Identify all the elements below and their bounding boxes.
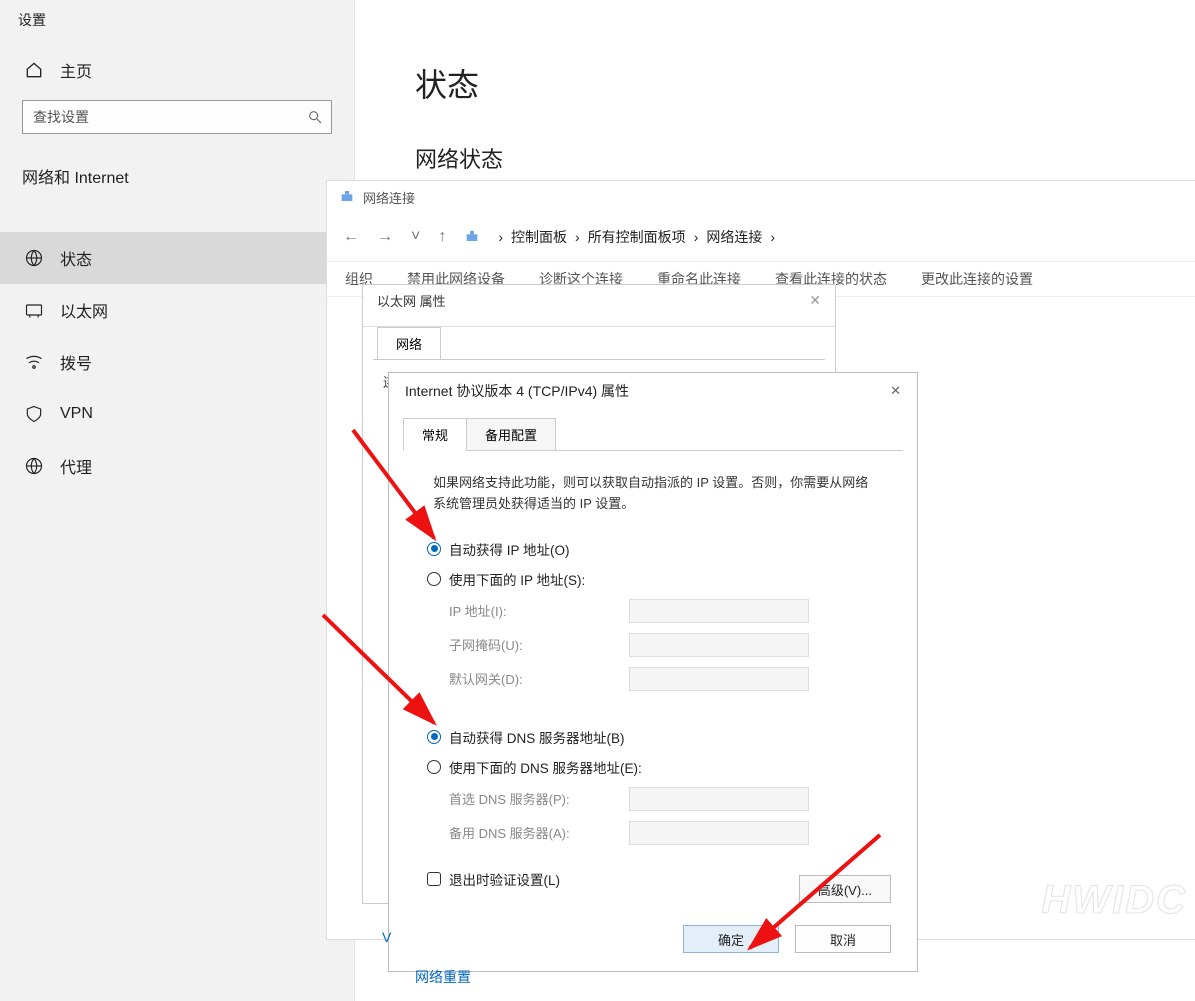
preferred-dns-label: 首选 DNS 服务器(P):	[449, 789, 629, 808]
radio-auto-ip[interactable]: 自动获得 IP 地址(O)	[427, 539, 885, 559]
radio-manual-ip[interactable]: 使用下面的 IP 地址(S):	[427, 569, 885, 589]
preferred-dns-field	[629, 787, 809, 811]
status-icon	[24, 248, 44, 268]
alternate-dns-field	[629, 821, 809, 845]
nav-label: VPN	[60, 405, 93, 423]
breadcrumb[interactable]: ›控制面板 ›所有控制面板项 ›网络连接 ›	[498, 227, 775, 247]
subnet-mask-label: 子网掩码(U):	[449, 635, 629, 654]
sidebar-item-ethernet[interactable]: 以太网	[0, 284, 354, 336]
nav-list: 状态 以太网 拨号 VPN 代理	[0, 232, 354, 492]
radio-manual-dns[interactable]: 使用下面的 DNS 服务器地址(E):	[427, 757, 885, 777]
window-titlebar[interactable]: 网络连接	[327, 181, 1195, 213]
radio-label: 自动获得 DNS 服务器地址(B)	[449, 727, 625, 747]
radio-icon	[427, 572, 441, 586]
sidebar-item-status[interactable]: 状态	[0, 232, 354, 284]
radio-icon	[427, 730, 441, 744]
tab-alternate[interactable]: 备用配置	[466, 418, 556, 451]
page-title: 状态	[415, 60, 1175, 106]
breadcrumb-item[interactable]: 控制面板	[511, 227, 567, 247]
ip-address-field	[629, 599, 809, 623]
search-icon	[307, 109, 323, 125]
ip-address-label: IP 地址(I):	[449, 601, 629, 620]
partial-letter: V	[382, 929, 391, 945]
sidebar-item-home[interactable]: 主页	[0, 50, 354, 100]
proxy-icon	[24, 456, 44, 476]
home-icon	[24, 60, 44, 80]
advanced-button[interactable]: 高级(V)...	[799, 875, 891, 903]
subnet-mask-field	[629, 633, 809, 657]
sidebar-item-proxy[interactable]: 代理	[0, 440, 354, 492]
tab-general[interactable]: 常规	[403, 418, 467, 451]
search-input[interactable]: 查找设置	[22, 100, 332, 134]
dialog-title: Internet 协议版本 4 (TCP/IPv4) 属性	[405, 381, 629, 401]
cancel-button[interactable]: 取消	[795, 925, 891, 953]
settings-sidebar: 设置 主页 查找设置 网络和 Internet 状态 以太网	[0, 0, 355, 1001]
vpn-icon	[24, 404, 44, 424]
recent-locations-button[interactable]: ˅	[411, 228, 420, 246]
network-icon	[339, 189, 355, 205]
network-icon	[464, 229, 480, 245]
sidebar-section-label: 网络和 Internet	[0, 154, 354, 202]
radio-icon	[427, 760, 441, 774]
home-label: 主页	[60, 58, 92, 82]
checkbox-label: 退出时验证设置(L)	[449, 869, 560, 889]
cmd-changesettings[interactable]: 更改此连接的设置	[921, 269, 1033, 289]
sidebar-item-dialup[interactable]: 拨号	[0, 336, 354, 388]
radio-label: 自动获得 IP 地址(O)	[449, 539, 570, 559]
radio-auto-dns[interactable]: 自动获得 DNS 服务器地址(B)	[427, 727, 885, 747]
page-subtitle: 网络状态	[415, 142, 1175, 174]
tab-network[interactable]: 网络	[377, 327, 441, 359]
forward-button[interactable]: →	[377, 228, 393, 246]
ethernet-icon	[24, 300, 44, 320]
radio-label: 使用下面的 DNS 服务器地址(E):	[449, 757, 642, 777]
close-button[interactable]: ✕	[809, 292, 821, 309]
up-button[interactable]: ↑	[438, 228, 446, 246]
radio-icon	[427, 542, 441, 556]
default-gateway-label: 默认网关(D):	[449, 669, 629, 688]
window-title: 网络连接	[363, 188, 415, 207]
nav-label: 代理	[60, 454, 92, 478]
nav-label: 以太网	[60, 298, 108, 322]
tcpipv4-properties-dialog: Internet 协议版本 4 (TCP/IPv4) 属性 ✕ 常规 备用配置 …	[388, 372, 918, 972]
ethernet-window-title: 以太网 属性	[377, 291, 446, 310]
breadcrumb-item[interactable]: 网络连接	[706, 227, 762, 247]
dialog-info-text: 如果网络支持此功能，则可以获取自动指派的 IP 设置。否则，你需要从网络系统管理…	[433, 473, 879, 515]
close-button[interactable]: ✕	[890, 383, 901, 399]
radio-label: 使用下面的 IP 地址(S):	[449, 569, 585, 589]
search-placeholder: 查找设置	[33, 107, 89, 127]
nav-label: 状态	[60, 246, 92, 270]
breadcrumb-item[interactable]: 所有控制面板项	[588, 227, 686, 247]
network-reset-link[interactable]: 网络重置	[415, 967, 471, 987]
back-button[interactable]: ←	[343, 228, 359, 246]
settings-title: 设置	[0, 0, 354, 50]
nav-label: 拨号	[60, 350, 92, 374]
ok-button[interactable]: 确定	[683, 925, 779, 953]
alternate-dns-label: 备用 DNS 服务器(A):	[449, 823, 629, 842]
watermark: HWIDC	[1041, 878, 1187, 923]
dialup-icon	[24, 352, 44, 372]
default-gateway-field	[629, 667, 809, 691]
checkbox-icon	[427, 872, 441, 886]
sidebar-item-vpn[interactable]: VPN	[0, 388, 354, 440]
nav-row: ← → ˅ ↑ ›控制面板 ›所有控制面板项 ›网络连接 ›	[327, 213, 1195, 261]
